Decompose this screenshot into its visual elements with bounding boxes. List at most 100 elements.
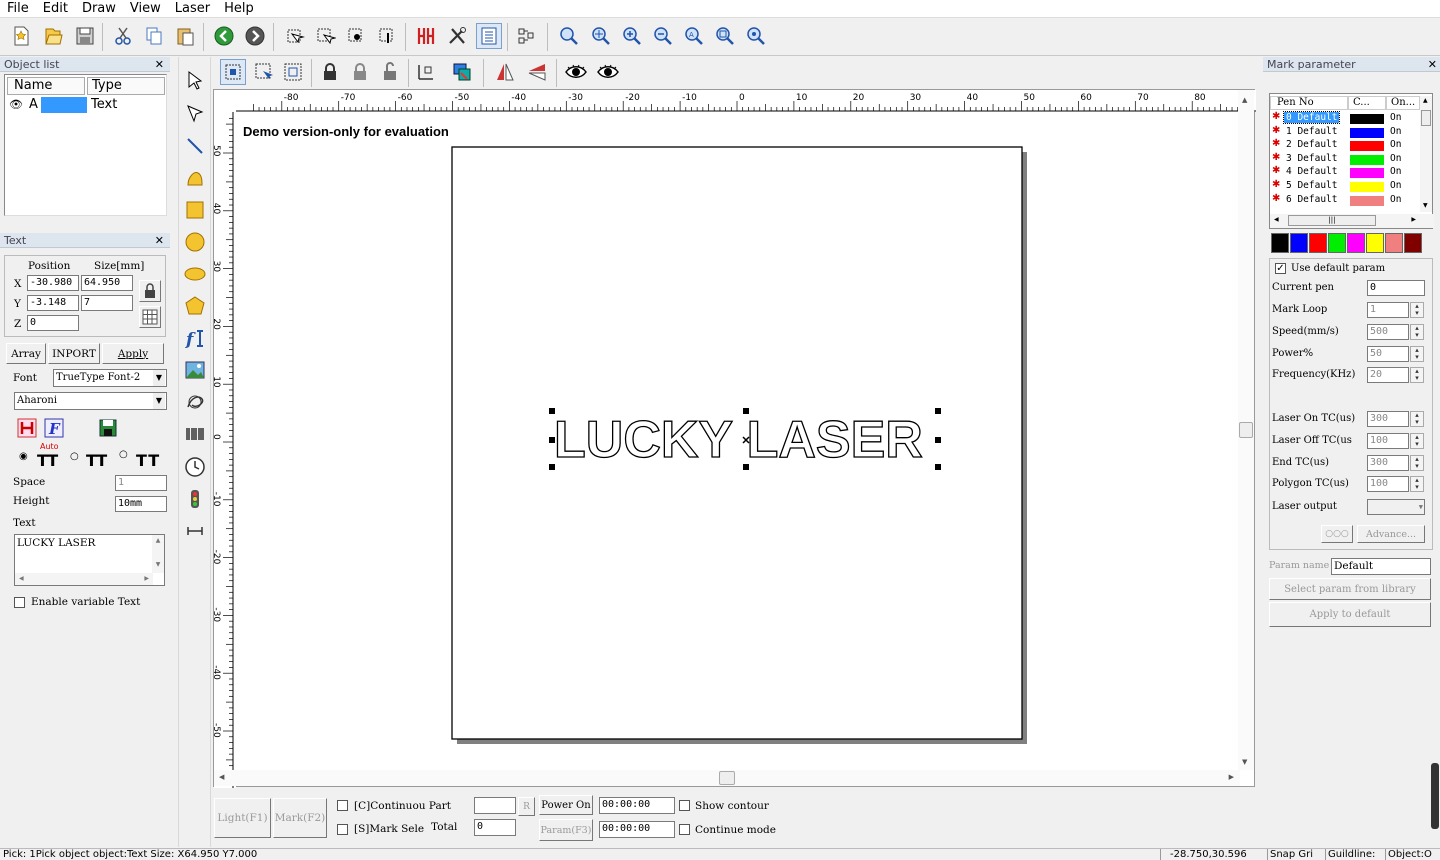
lock-ratio-button[interactable] [139, 280, 161, 302]
preview-eye-icon[interactable] [563, 59, 589, 85]
io-signal-icon[interactable] [182, 486, 208, 512]
zoom-select-icon[interactable] [588, 23, 614, 49]
col-color-header[interactable]: C... [1348, 96, 1386, 110]
palette-color-swatch[interactable] [1347, 233, 1365, 253]
zoom-page-icon[interactable] [712, 23, 738, 49]
height-field[interactable]: 10mm [115, 496, 167, 512]
text-content-area[interactable]: LUCKY LASER ▲ ▼ ◀ ▶ [14, 534, 165, 586]
object-snap-toggle[interactable]: Object:O [1385, 849, 1432, 860]
close-icon[interactable]: ✕ [155, 233, 164, 248]
mirror-horizontal-icon[interactable] [492, 59, 518, 85]
save-font-icon[interactable] [97, 417, 119, 439]
pen-row[interactable]: ✱ 2 Default On [1270, 138, 1420, 152]
design-canvas[interactable]: -80 -70 -60 -50 -40 -30 -20 -10 0 10 20 30 40 50 60 70 8… [213, 89, 1256, 788]
line-icon[interactable] [182, 133, 208, 159]
power-spinner[interactable]: ▴ ▾ [1410, 346, 1424, 362]
end-tc-spinner[interactable]: ▴ ▾ [1410, 455, 1424, 471]
vector-file-icon[interactable] [182, 389, 208, 415]
mark-loop-field[interactable]: 1 [1367, 302, 1409, 318]
y-position-field[interactable]: -3.148 [27, 295, 79, 311]
pen-list[interactable]: Pen No C... On... ✱ 0 Default On ✱ 1 Default… [1269, 93, 1434, 229]
laser-off-field[interactable]: 100 [1367, 433, 1409, 449]
pen-row[interactable]: ✱ 5 Default On [1270, 179, 1420, 193]
select-library-button[interactable]: Select param from library [1269, 578, 1431, 600]
font-type-select[interactable]: TrueType Font-2 ▼ [53, 369, 167, 387]
lock-icon[interactable] [317, 59, 343, 85]
zoom-in-icon[interactable] [619, 23, 645, 49]
col-type-header[interactable]: Type [87, 77, 165, 95]
ungroup-icon[interactable] [280, 59, 306, 85]
canvas-vertical-scrollbar[interactable]: ▲ ▼ [1238, 90, 1254, 770]
base-point-button[interactable] [139, 306, 161, 328]
zoom-all-icon[interactable]: A [681, 23, 707, 49]
import-button[interactable]: INPORT [48, 343, 100, 364]
laser-off-spinner[interactable]: ▴ ▾ [1410, 433, 1424, 449]
node-move-icon[interactable] [343, 23, 369, 49]
mark-select-checkbox[interactable] [337, 824, 348, 835]
preview-eye-alt-icon[interactable] [595, 59, 621, 85]
palette-color-swatch[interactable] [1290, 233, 1308, 253]
copy-icon[interactable] [141, 23, 167, 49]
laser-on-spinner[interactable]: ▴ ▾ [1410, 411, 1424, 427]
scroll-thumb[interactable]: ||| [1288, 215, 1376, 226]
y-size-field[interactable]: 7 [81, 295, 133, 311]
align-icon[interactable] [514, 23, 540, 49]
radio-selected[interactable]: ◉ [19, 451, 28, 462]
apply-button[interactable]: Apply [102, 343, 164, 364]
circle-icon[interactable] [182, 229, 208, 255]
polygon-tc-spinner[interactable]: ▴ ▾ [1410, 476, 1424, 492]
continue-mode-checkbox[interactable] [679, 824, 690, 835]
pen-row[interactable]: ✱ 4 Default On [1270, 165, 1420, 179]
radio-unselected[interactable]: ○ [119, 449, 128, 460]
close-icon[interactable]: ✕ [1428, 57, 1437, 72]
chain-icon[interactable]: ○○○ [1321, 525, 1353, 543]
current-pen-field[interactable]: 0 [1367, 280, 1425, 296]
laser-output-select[interactable]: ▼ [1367, 499, 1425, 515]
param-name-field[interactable]: Default [1331, 558, 1431, 575]
menu-modify[interactable]: View [123, 1, 168, 16]
speed-field[interactable]: 500 [1367, 324, 1409, 340]
menu-edit[interactable]: Edit [36, 1, 75, 16]
unlock-all-icon[interactable] [377, 59, 403, 85]
speed-spinner[interactable]: ▴ ▾ [1410, 324, 1424, 340]
paste-icon[interactable] [172, 23, 198, 49]
rectangle-icon[interactable] [182, 197, 208, 223]
ellipse-icon[interactable] [182, 261, 208, 287]
advance-button[interactable]: Advance... [1357, 525, 1425, 543]
array-button[interactable]: Array [6, 343, 46, 364]
group-icon[interactable] [251, 59, 277, 85]
pen-row[interactable]: ✱ 1 Default On [1270, 125, 1420, 139]
scroll-thumb[interactable] [1421, 110, 1431, 126]
text-tool-icon[interactable]: f [182, 325, 208, 351]
font-hershey-icon[interactable] [16, 417, 38, 439]
x-position-field[interactable]: -30.980 [27, 275, 79, 291]
palette-color-swatch[interactable] [1309, 233, 1327, 253]
reset-button[interactable]: R [518, 797, 535, 816]
zoom-object-icon[interactable] [743, 23, 769, 49]
font-format-icon[interactable]: F [43, 417, 65, 439]
unlock-icon[interactable] [347, 59, 373, 85]
polygon-tc-field[interactable]: 100 [1367, 476, 1409, 492]
tools-icon[interactable] [444, 23, 470, 49]
open-file-icon[interactable] [40, 23, 66, 49]
end-tc-field[interactable]: 300 [1367, 455, 1409, 471]
bitmap-icon[interactable] [182, 357, 208, 383]
side-grip[interactable] [1431, 763, 1439, 829]
cut-icon[interactable] [110, 23, 136, 49]
x-size-field[interactable]: 64.950 [81, 275, 133, 291]
pen-row[interactable]: ✱ 0 Default On [1270, 111, 1420, 125]
space-field[interactable]: 1 [115, 475, 167, 491]
polygon-icon[interactable] [182, 293, 208, 319]
extend-axis-icon[interactable] [182, 518, 208, 544]
pen-row[interactable]: ✱ 3 Default On [1270, 152, 1420, 166]
radio-unselected[interactable]: ○ [70, 451, 79, 462]
barcode-icon[interactable] [182, 422, 208, 448]
hatch-icon[interactable] [413, 23, 439, 49]
save-icon[interactable] [72, 23, 98, 49]
frequency-spinner[interactable]: ▴ ▾ [1410, 367, 1424, 383]
frequency-field[interactable]: 20 [1367, 367, 1409, 383]
palette-color-swatch[interactable] [1271, 233, 1289, 253]
part-count-field[interactable] [474, 797, 516, 814]
new-file-icon[interactable] [8, 23, 34, 49]
scroll-thumb[interactable] [1239, 422, 1253, 438]
